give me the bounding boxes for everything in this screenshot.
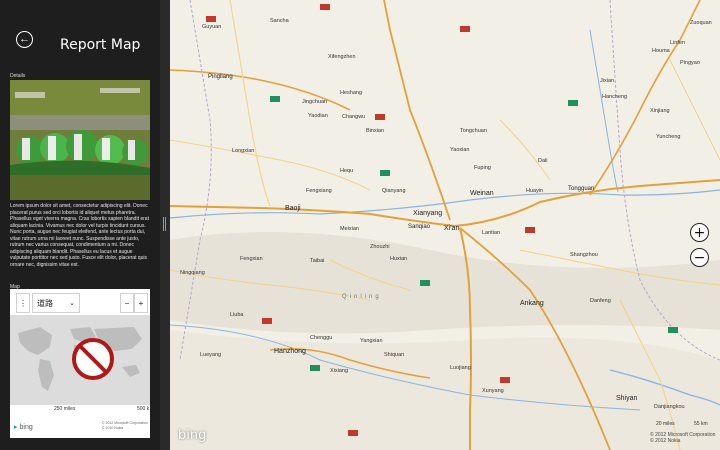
scale-km: 55 km — [694, 421, 708, 427]
splitter-grip-icon[interactable] — [163, 217, 167, 231]
graffiti-image — [10, 80, 150, 200]
place-label: Changwu — [342, 114, 366, 120]
place-label: Hequ — [340, 168, 354, 174]
mini-copyright: © 2012 Microsoft Corporation © 2010 Noki… — [102, 421, 148, 431]
place-label: Hancheng — [602, 94, 628, 100]
place-label: Lantian — [482, 230, 501, 236]
place-label: Ningqiang — [180, 270, 205, 276]
place-label: Danfeng — [590, 298, 611, 304]
place-label: Xifengzhen — [328, 54, 356, 60]
place-label: Fengxiang — [306, 188, 332, 194]
place-label: Chenggu — [310, 335, 333, 341]
report-description: Lorem ipsum dolor sit amet, consectetur … — [10, 203, 149, 268]
mini-zoom-in-button[interactable]: + — [134, 293, 148, 313]
world-map-image — [10, 315, 150, 405]
place-label: Pingyao — [680, 60, 700, 66]
chevron-down-icon: ⌄ — [69, 300, 75, 307]
place-label: Hanzhong — [274, 348, 306, 355]
mini-map-controls: ⋮ 道路 ⌄ − + — [16, 293, 148, 315]
arrow-left-icon: ← — [19, 33, 30, 45]
place-label: Sanqiao — [408, 224, 431, 230]
place-label: Lueyang — [200, 352, 222, 358]
place-label: Shiyan — [616, 395, 638, 402]
place-label: Guyuan — [202, 24, 222, 30]
place-label: Xunyang — [482, 388, 504, 394]
place-label: Ankang — [520, 300, 544, 307]
place-label: Shangzhou — [570, 252, 598, 258]
place-label: Xinjiang — [650, 108, 670, 114]
place-label: Xi'an — [444, 225, 460, 232]
place-label: Tongguan — [568, 186, 595, 192]
scale-miles: 20 miles — [656, 421, 675, 427]
place-label: Longxian — [232, 148, 255, 154]
page-title: Report Map — [60, 37, 141, 53]
place-label: Fuping — [474, 165, 491, 171]
map-type-icon[interactable]: ⋮ — [16, 293, 30, 313]
place-label: Luojiang — [450, 365, 471, 371]
mini-scale-km: 500 k — [137, 406, 150, 412]
map-mode-label: 道路 — [37, 298, 53, 308]
place-label: Dali — [538, 158, 548, 164]
sidebar: ← Report Map Details Lorem ipsum dolor s… — [0, 0, 160, 450]
place-label: Zhouzhi — [370, 244, 390, 250]
mini-brand-text: bing — [19, 423, 33, 431]
bing-icon: ▸ — [14, 424, 18, 431]
place-label: Yangxian — [360, 338, 383, 344]
place-label: Qinling — [342, 294, 382, 300]
place-label: Binxian — [366, 128, 385, 134]
place-label: Qianyang — [382, 188, 406, 194]
details-label: Details — [10, 73, 26, 79]
map-mode-select[interactable]: 道路 ⌄ — [32, 293, 80, 313]
place-label: Jixian — [600, 78, 615, 84]
bing-logo: bing — [178, 428, 207, 443]
copyright-line: © 2012 Nokia — [650, 438, 681, 444]
map-copyright: © 2012 Microsoft Corporation © 2012 Noki… — [650, 432, 715, 444]
place-label: Huayin — [526, 188, 544, 194]
place-label: Danjiangkou — [654, 404, 685, 410]
place-label: Fengxian — [240, 256, 263, 262]
place-label: Tongchuan — [460, 128, 487, 134]
zoom-in-button[interactable]: + — [690, 223, 709, 242]
mini-world-map — [10, 315, 150, 405]
main-map[interactable]: Sancha Guyuan Pingliang Xifengzhen Hesha… — [170, 0, 720, 450]
place-label: Zuoquan — [690, 20, 712, 26]
place-label: Shiquan — [384, 352, 405, 358]
mini-zoom-out-button[interactable]: − — [120, 293, 134, 313]
place-label: Pingliang — [208, 74, 233, 80]
zoom-out-button[interactable]: − — [690, 248, 709, 267]
place-label: Xixiang — [330, 368, 349, 374]
place-label: Meixian — [340, 226, 359, 232]
place-label: Weinan — [470, 190, 494, 197]
place-label: Taibai — [310, 258, 325, 264]
place-label: Houma — [652, 48, 670, 54]
place-label: Heshang — [340, 90, 363, 96]
place-label: Jingchuan — [302, 99, 328, 105]
place-label: Baoji — [285, 205, 301, 212]
place-label: Sancha — [270, 18, 289, 24]
mini-bing-logo: ▸ bing — [14, 423, 33, 432]
place-label: Liuba — [230, 312, 244, 318]
mini-map[interactable]: ⋮ 道路 ⌄ − + 250 miles 500 k ▸ bing © 2012… — [10, 289, 150, 438]
mini-copyright-line: © 2010 Nokia — [102, 426, 124, 430]
back-button[interactable]: ← — [16, 31, 33, 48]
place-label: Yuncheng — [656, 134, 681, 140]
place-label: Linfen — [670, 40, 685, 46]
place-label: Yaoxian — [450, 147, 470, 153]
report-photo — [10, 80, 150, 200]
mini-scale-miles: 250 miles — [54, 406, 76, 412]
place-label: Xianyang — [413, 210, 443, 217]
place-label: Huxian — [390, 256, 408, 262]
place-label: Yaodian — [308, 113, 328, 119]
